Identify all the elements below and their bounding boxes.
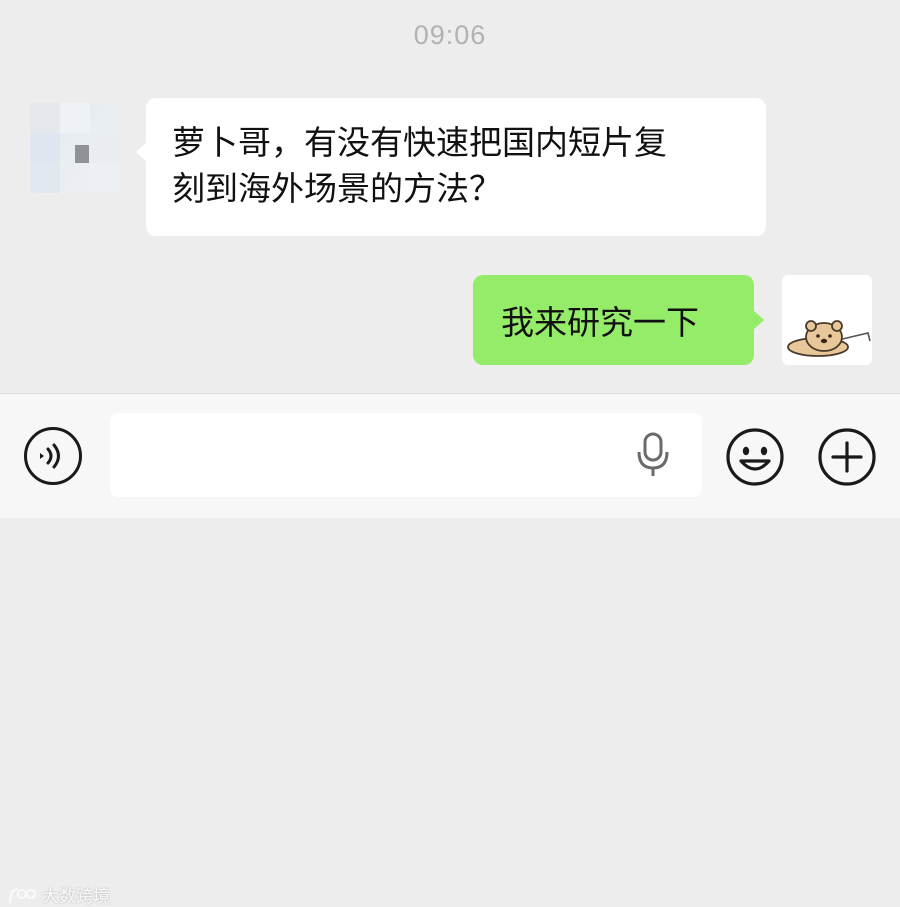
my-avatar[interactable] xyxy=(782,275,872,365)
voice-button[interactable] xyxy=(24,427,82,485)
voice-icon xyxy=(40,443,60,469)
watermark-text: 大数跨境 xyxy=(42,887,110,907)
emoji-icon[interactable] xyxy=(725,427,785,487)
incoming-message-bubble[interactable]: 萝卜哥，有没有快速把国内短片复 刻到海外场景的方法？ xyxy=(136,98,766,236)
watermark: 大数跨境 xyxy=(8,882,110,907)
microphone-icon[interactable] xyxy=(636,432,670,478)
message-timestamp: 09:06 xyxy=(413,20,487,50)
outgoing-message-text: 我来研究一下 xyxy=(501,303,699,342)
incoming-message-line: 刻到海外场景的方法？ xyxy=(172,169,502,208)
contact-avatar[interactable] xyxy=(30,103,120,193)
outgoing-message-bubble[interactable]: 我来研究一下 xyxy=(473,275,764,365)
message-input[interactable] xyxy=(110,413,702,497)
incoming-message-line: 萝卜哥，有没有快速把国内短片复 xyxy=(172,123,667,162)
plus-icon[interactable] xyxy=(817,427,877,487)
bear-avatar-icon xyxy=(782,275,872,365)
brand-logo-icon xyxy=(9,887,36,903)
chat-area[interactable]: 09:06 萝卜哥，有没有快速把国内短片复 刻到海外场景的方法？ 我来研究一下 xyxy=(0,0,900,393)
input-bar: 大数跨境 xyxy=(0,393,900,907)
